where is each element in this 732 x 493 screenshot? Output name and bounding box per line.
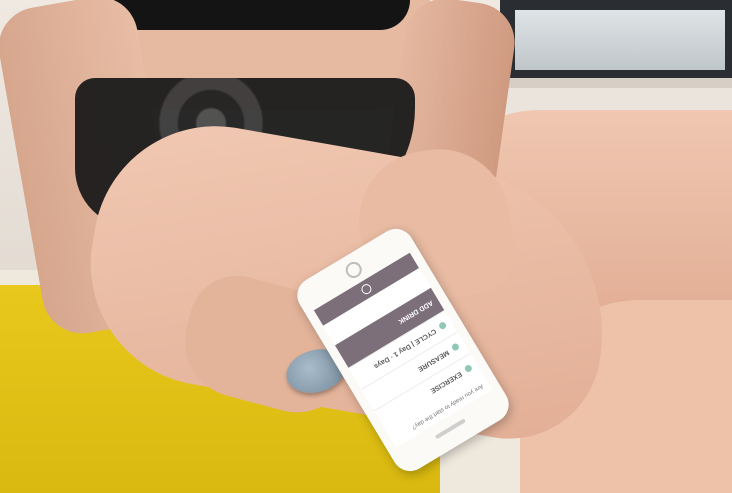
home-button[interactable] — [342, 258, 365, 281]
black-top — [110, 0, 410, 30]
cycle-icon — [438, 321, 448, 331]
window-glass — [515, 10, 725, 70]
photo-scene: Are you ready to start the day? EXERCISE… — [0, 0, 732, 493]
home-tab-icon[interactable] — [359, 282, 374, 297]
phone-speaker — [434, 418, 466, 440]
running-icon — [463, 364, 474, 374]
pulse-icon — [450, 342, 461, 353]
window-sill — [490, 78, 732, 88]
